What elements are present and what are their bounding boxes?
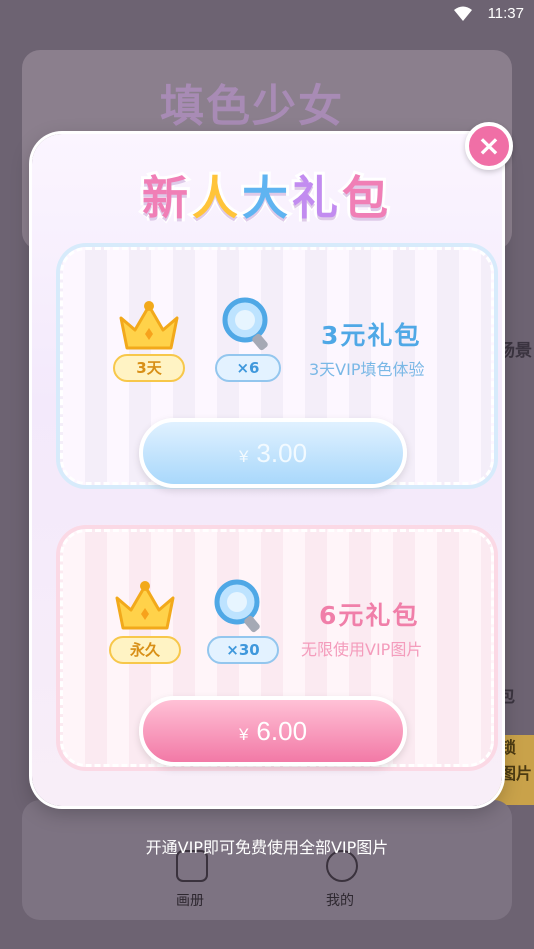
close-icon: × (477, 129, 501, 162)
price-label: 3.00 (256, 438, 308, 468)
modal-title-char: 新 (139, 168, 192, 228)
gift-pack-modal: 新人大礼包 3天 ×6 3元礼包 3天VIP填色体验 ¥3.00 永久 ×30 … (32, 134, 502, 806)
pack-name: 6元礼包 (319, 601, 420, 630)
nav-album-label: 画册 (176, 893, 204, 909)
status-time: 11:37 (487, 5, 524, 22)
background-bottom-card (22, 800, 512, 920)
price-label: 6.00 (256, 716, 308, 746)
modal-title-char: 礼 (289, 168, 342, 228)
background-side-label: 场景 (498, 341, 532, 361)
crown-icon (115, 581, 175, 630)
buy-6yuan-button[interactable]: ¥6.00 (139, 696, 407, 766)
modal-title-char: 大 (239, 168, 292, 228)
crown-badge: 3天 (113, 354, 185, 382)
modal-title: 新人大礼包 (32, 162, 502, 228)
nav-mine-label: 我的 (326, 893, 354, 909)
vip-footer-note: 开通VIP即可免费使用全部VIP图片 (145, 838, 389, 857)
currency-symbol: ¥ (238, 447, 249, 466)
pack-description: 3天VIP填色体验 (309, 360, 425, 379)
magnifier-badge: ×30 (207, 636, 279, 664)
magnifier-icon (222, 297, 268, 351)
wifi-icon (454, 6, 472, 21)
currency-symbol: ¥ (238, 725, 249, 744)
pack-name: 3元礼包 (321, 321, 422, 350)
crown-icon (119, 301, 179, 350)
crown-badge: 永久 (109, 636, 181, 664)
buy-3yuan-button[interactable]: ¥3.00 (139, 418, 407, 488)
pack-description: 无限使用VIP图片 (301, 640, 423, 659)
modal-title-char: 包 (339, 168, 392, 228)
status-bar: 11:37 (0, 0, 534, 28)
background-app-title: 填色少女 (160, 81, 344, 132)
close-button[interactable]: × (465, 122, 513, 170)
magnifier-icon (214, 579, 260, 633)
magnifier-badge: ×6 (215, 354, 281, 382)
modal-title-char: 人 (189, 168, 242, 228)
